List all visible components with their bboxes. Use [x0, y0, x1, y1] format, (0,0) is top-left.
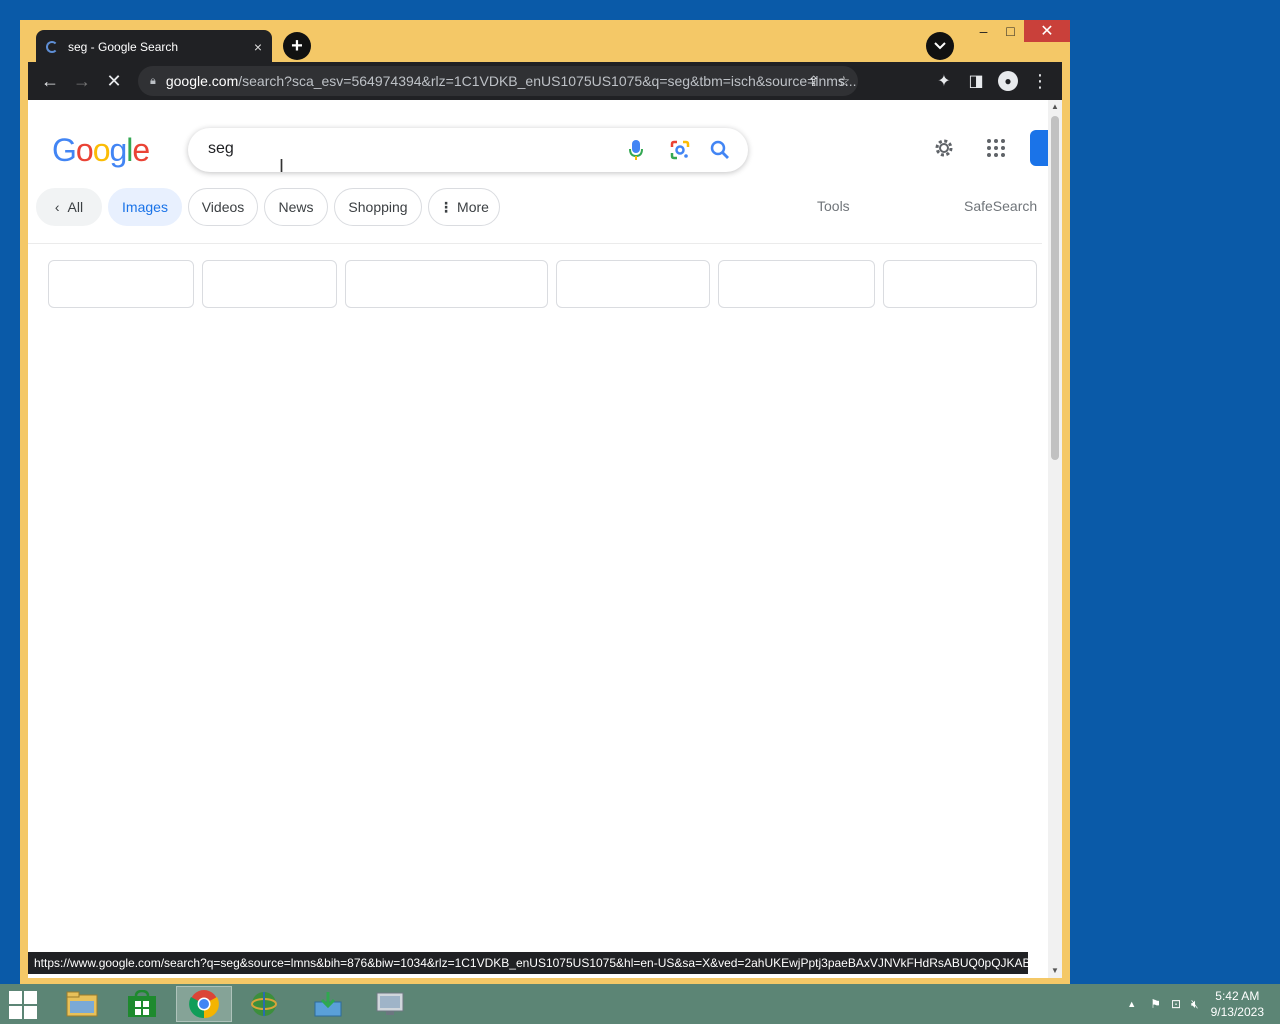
logo-letter: o: [75, 132, 94, 168]
apps-grid-icon[interactable]: [986, 132, 1006, 164]
volume-muted-icon[interactable]: 🔇︎: [1191, 997, 1199, 1012]
forward-button[interactable]: →: [66, 62, 98, 100]
chip-news[interactable]: News: [264, 188, 328, 226]
browser-menu-button[interactable]: ⋮: [1024, 62, 1056, 100]
globe-network-icon: [251, 992, 277, 1016]
search-icon[interactable]: [708, 138, 732, 162]
chevron-down-icon: [934, 42, 946, 50]
chip-shopping[interactable]: Shopping: [334, 188, 422, 226]
back-button[interactable]: ←: [34, 62, 66, 100]
monitor-icon: [376, 992, 404, 1015]
chip-all-label: All: [67, 199, 84, 215]
tools-button[interactable]: Tools: [817, 198, 850, 214]
side-panel-icon[interactable]: ◨: [960, 62, 992, 100]
related-search-placeholder: [883, 260, 1037, 308]
link-status-bar: https://www.google.com/search?q=seg&sour…: [28, 952, 1028, 974]
clock[interactable]: 5:42 AM 9/13/2023: [1211, 988, 1264, 1020]
microphone-icon[interactable]: [624, 138, 648, 162]
windows-logo-icon: [24, 1006, 37, 1019]
loading-spinner-icon: [46, 41, 58, 53]
logo-letter: o: [92, 132, 111, 168]
share-icon[interactable]: ⇪: [808, 73, 820, 90]
chip-videos[interactable]: Videos: [188, 188, 258, 226]
scroll-up-arrow-icon[interactable]: ▲: [1048, 100, 1062, 114]
browser-window: – □ ✕ seg - Google Search × + ← → ✕ 🔒︎ g…: [20, 20, 1070, 984]
related-search-placeholder: [718, 260, 875, 308]
more-vert-icon: ⋮: [439, 198, 454, 215]
network-icon[interactable]: ⊡: [1171, 997, 1181, 1011]
bookmark-star-icon[interactable]: ☆: [837, 73, 850, 90]
search-type-chips: ‹ All Images Videos News Shopping ⋮ More…: [28, 188, 1042, 228]
folder-icon: [66, 991, 98, 1017]
logo-letter: G: [52, 132, 77, 168]
action-center-flag-icon[interactable]: ⚑: [1150, 997, 1161, 1011]
tray-expand-icon[interactable]: ▲: [1127, 999, 1136, 1009]
related-search-placeholder: [345, 260, 548, 308]
stop-loading-button[interactable]: ✕: [98, 62, 130, 100]
chip-more[interactable]: ⋮ More: [428, 188, 500, 226]
search-box[interactable]: seg: [188, 128, 748, 172]
chip-more-label: More: [457, 199, 489, 215]
chip-all[interactable]: ‹ All: [36, 188, 102, 226]
related-search-placeholder: [202, 260, 337, 308]
lock-icon: 🔒︎: [150, 74, 156, 87]
sign-in-button[interactable]: [1030, 130, 1050, 166]
logo-letter: g: [109, 132, 127, 168]
chrome-icon: [189, 990, 219, 1019]
taskbar-control-panel[interactable]: [362, 986, 418, 1022]
start-button[interactable]: [8, 990, 38, 1020]
system-tray: ▲ ⚑ ⊡ 🔇︎ 5:42 AM 9/13/2023: [1127, 984, 1280, 1024]
tab-strip: seg - Google Search × +: [28, 26, 1062, 64]
chip-images[interactable]: Images: [108, 188, 182, 226]
url-host: google.com: [165, 73, 239, 89]
taskbar-file-explorer[interactable]: [54, 986, 110, 1022]
extensions-icon[interactable]: ✦: [928, 62, 960, 100]
taskbar-network-app[interactable]: [236, 986, 292, 1022]
tab-google-search[interactable]: seg - Google Search ×: [36, 30, 272, 64]
related-search-placeholder: [48, 260, 194, 308]
download-icon: [314, 992, 342, 1017]
clock-date: 9/13/2023: [1210, 1005, 1264, 1019]
chevron-left-icon: ‹: [54, 199, 60, 215]
logo-letter: e: [132, 132, 150, 168]
taskbar-download-manager[interactable]: [300, 986, 356, 1022]
tab-close-icon[interactable]: ×: [254, 39, 262, 55]
new-tab-button[interactable]: +: [283, 32, 311, 60]
header-divider: [28, 243, 1042, 244]
profile-avatar-icon: ●: [998, 71, 1018, 91]
windows-logo-icon: [9, 1006, 22, 1019]
clock-time: 5:42 AM: [1215, 989, 1260, 1003]
related-search-placeholder: [556, 260, 710, 308]
store-bag-icon: [128, 990, 156, 1017]
browser-toolbar: ← → ✕ 🔒︎ google.com /search?sca_esv=5649…: [28, 62, 1062, 100]
page-scrollbar[interactable]: ▲ ▼: [1048, 100, 1062, 978]
scrollbar-thumb[interactable]: [1051, 116, 1059, 460]
safesearch-button[interactable]: SafeSearch: [964, 198, 1037, 214]
windows-logo-icon: [9, 991, 22, 1004]
windows-logo-icon: [24, 991, 37, 1004]
tab-title: seg - Google Search: [68, 40, 179, 54]
taskbar: ▲ ⚑ ⊡ 🔇︎ 5:42 AM 9/13/2023: [0, 984, 1280, 1024]
google-logo[interactable]: Google: [52, 132, 150, 169]
tab-search-button[interactable]: [926, 32, 954, 60]
scroll-down-arrow-icon[interactable]: ▼: [1048, 964, 1062, 978]
profile-button[interactable]: ●: [992, 62, 1024, 100]
settings-icon[interactable]: [932, 132, 956, 164]
address-bar[interactable]: 🔒︎ google.com /search?sca_esv=564974394&…: [138, 66, 858, 96]
text-cursor-icon: I: [279, 156, 285, 176]
taskbar-chrome[interactable]: [176, 986, 232, 1022]
google-lens-icon[interactable]: [668, 138, 692, 162]
taskbar-store[interactable]: [114, 986, 170, 1022]
url-path: /search?sca_esv=564974394&rlz=1C1VDKB_en…: [238, 73, 857, 89]
search-input[interactable]: seg: [208, 140, 234, 158]
page-viewport: Google seg I ‹ All Images Videos News Sh…: [28, 100, 1062, 978]
